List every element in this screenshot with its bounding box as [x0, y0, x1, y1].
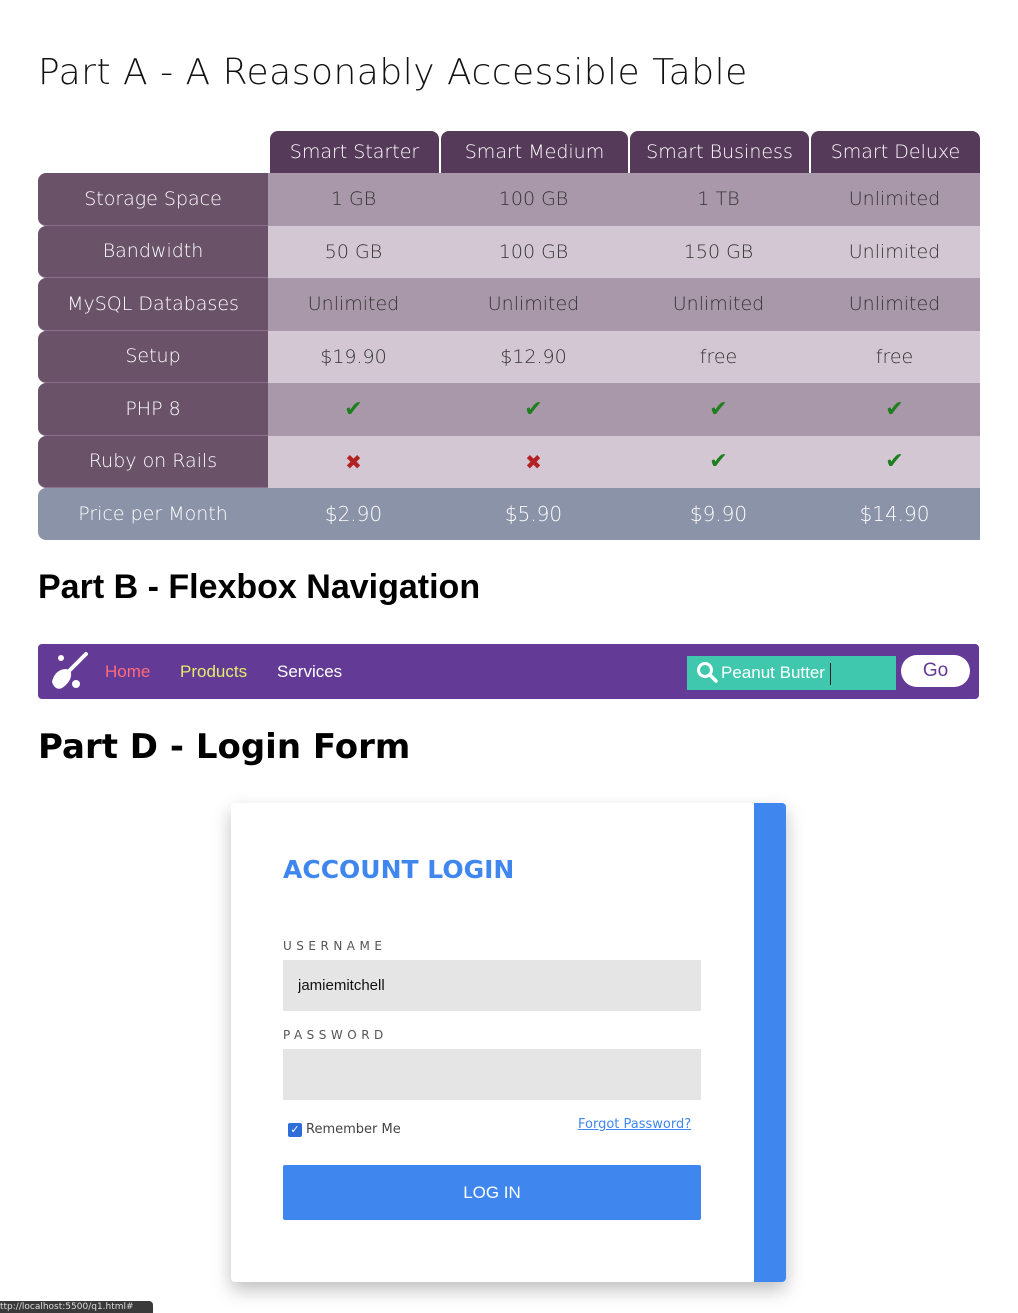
username-label: USERNAME	[283, 939, 387, 953]
table-corner	[38, 131, 268, 173]
cross-icon: ✖	[525, 449, 542, 474]
check-icon: ✔	[885, 396, 904, 422]
table-footer-row: Price per Month $2.90 $5.90 $9.90 $14.90	[38, 488, 980, 540]
table-row: PHP 8 ✔ ✔ ✔ ✔	[38, 383, 980, 436]
table-row: Storage Space 1 GB 100 GB 1 TB Unlimited	[38, 173, 980, 226]
plan-header: Smart Medium	[441, 131, 628, 173]
table-cell: $12.90	[439, 330, 628, 383]
remember-me[interactable]: ✓ Remember Me	[288, 1122, 401, 1137]
table-row: Bandwidth 50 GB 100 GB 150 GB Unlimited	[38, 225, 980, 278]
table-cell: Unlimited	[628, 278, 809, 331]
search-icon	[697, 662, 718, 683]
row-header: PHP 8	[38, 383, 268, 436]
check-icon: ✔	[709, 449, 728, 475]
check-icon: ✔	[885, 449, 904, 475]
table-cell: ✔	[268, 383, 439, 436]
price-cell: $5.90	[504, 502, 563, 526]
table-cell: ✔	[628, 435, 809, 488]
password-field[interactable]	[283, 1049, 701, 1100]
flexbox-navbar: Home Products Services Go	[38, 644, 979, 699]
price-cell: $9.90	[689, 502, 748, 526]
nav-services-link[interactable]: Services	[277, 662, 342, 682]
search-input[interactable]	[721, 660, 891, 686]
table-cell: 1 GB	[268, 173, 439, 226]
table-cell: ✔	[809, 383, 980, 436]
plan-header: Smart Business	[630, 131, 809, 173]
table-cell: ✖	[268, 435, 439, 488]
table-cell: Unlimited	[439, 278, 628, 331]
search-box	[687, 656, 896, 690]
table-cell: ✔	[628, 383, 809, 436]
login-heading: ACCOUNT LOGIN	[283, 855, 515, 884]
row-header: MySQL Databases	[38, 278, 268, 331]
table-cell: free	[809, 330, 980, 383]
price-cell: $2.90	[324, 502, 383, 526]
table-cell: ✔	[439, 383, 628, 436]
part-a-title: Part A - A Reasonably Accessible Table	[38, 52, 748, 93]
table-cell: free	[628, 330, 809, 383]
table-cell: 150 GB	[628, 225, 809, 278]
login-button[interactable]: LOG IN	[283, 1165, 701, 1220]
table-cell: Unlimited	[268, 278, 439, 331]
plan-header: Smart Deluxe	[811, 131, 980, 173]
table-cell: Unlimited	[809, 173, 980, 226]
price-cell: $14.90	[859, 502, 930, 526]
table-cell: Unlimited	[809, 278, 980, 331]
row-header: Ruby on Rails	[38, 435, 268, 488]
status-bar-url: ttp://localhost:5500/q1.html#	[0, 1301, 153, 1313]
table-cell: 1 TB	[628, 173, 809, 226]
table-cell: 100 GB	[439, 225, 628, 278]
part-d-title: Part D - Login Form	[38, 727, 411, 767]
table-body: Storage Space 1 GB 100 GB 1 TB Unlimited Band…	[38, 173, 980, 488]
table-header-row: Smart Starter Smart Medium Smart Busines…	[38, 131, 980, 173]
part-b-title: Part B - Flexbox Navigation	[38, 568, 481, 606]
plan-header: Smart Starter	[270, 131, 439, 173]
table-row: Ruby on Rails ✖ ✖ ✔ ✔	[38, 435, 980, 488]
table-cell: 50 GB	[268, 225, 439, 278]
row-header: Bandwidth	[38, 225, 268, 278]
nav-home-link[interactable]: Home	[105, 662, 150, 682]
row-header: Storage Space	[38, 173, 268, 226]
pricing-table: Smart Starter Smart Medium Smart Busines…	[38, 131, 980, 540]
remember-checkbox[interactable]: ✓	[288, 1122, 302, 1137]
table-cell: Unlimited	[809, 225, 980, 278]
check-icon: ✔	[709, 396, 728, 422]
table-cell: ✔	[809, 435, 980, 488]
broom-logo-icon[interactable]	[46, 648, 92, 694]
card-accent-stripe	[754, 803, 786, 1282]
table-row: Setup $19.90 $12.90 free free	[38, 330, 980, 383]
nav-products-link[interactable]: Products	[180, 662, 247, 682]
check-icon: ✔	[344, 396, 363, 422]
table-row: MySQL Databases Unlimited Unlimited Unlimit…	[38, 278, 980, 331]
go-button[interactable]: Go	[901, 655, 970, 687]
forgot-password-link[interactable]: Forgot Password?	[578, 1117, 691, 1132]
check-icon: ✔	[524, 396, 543, 422]
table-cell: 100 GB	[439, 173, 628, 226]
table-cell: ✖	[439, 435, 628, 488]
username-field[interactable]	[283, 960, 701, 1011]
password-label: PASSWORD	[283, 1028, 388, 1042]
login-card: ACCOUNT LOGIN USERNAME PASSWORD ✓ Rememb…	[231, 803, 786, 1282]
row-header: Setup	[38, 330, 268, 383]
footer-row-header: Price per Month	[78, 503, 228, 525]
remember-label: Remember Me	[306, 1122, 401, 1137]
cross-icon: ✖	[345, 449, 362, 474]
table-cell: $19.90	[268, 330, 439, 383]
text-caret	[830, 663, 831, 685]
